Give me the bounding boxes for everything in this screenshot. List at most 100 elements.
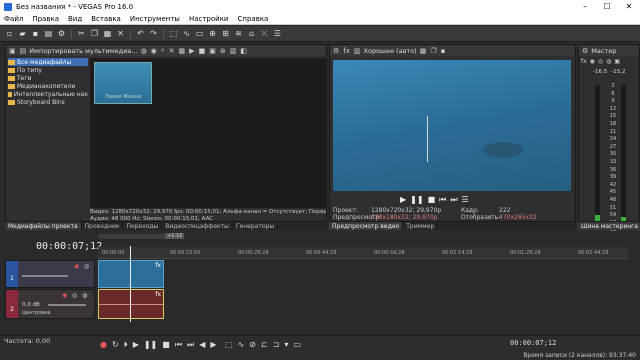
ignore-grouping-icon[interactable]: ☰ [272, 28, 283, 39]
pause-icon[interactable]: ❚❚ [410, 195, 423, 205]
settings-gear-icon[interactable]: ⚙ [56, 28, 67, 39]
save-icon[interactable]: ▪ [30, 28, 41, 39]
play-icon[interactable]: ▶ [400, 195, 406, 205]
preview-settings-icon[interactable]: ⚙ [332, 47, 340, 55]
loop-icon[interactable]: ↻ [112, 340, 119, 350]
menu-icon[interactable]: ☰ [462, 195, 469, 205]
undo-icon[interactable]: ↶ [135, 28, 146, 39]
import-icon[interactable]: ▣ [8, 47, 17, 55]
master-env-icon[interactable]: ▣ [614, 58, 620, 65]
go-start-icon[interactable]: ⏮ [175, 340, 182, 350]
marker-icon[interactable]: ▾ [284, 340, 288, 349]
open-folder-icon[interactable]: ▰ [17, 28, 28, 39]
audio-solo-icon[interactable]: ◎ [72, 292, 77, 299]
audio-volume-slider[interactable] [48, 304, 86, 306]
menu-insert[interactable]: Вставка [91, 15, 121, 23]
view-icon[interactable]: ▥ [229, 47, 238, 55]
save-snapshot-icon[interactable]: ▪ [440, 47, 447, 55]
stop-icon[interactable]: ■ [162, 340, 170, 350]
burn-icon[interactable]: ◉ [150, 47, 158, 55]
edit-tool-icon[interactable]: ⬚ [168, 28, 179, 39]
master-solo-icon[interactable]: ◎ [598, 58, 603, 65]
tab-generators[interactable]: Генераторы [233, 222, 279, 230]
copy-icon[interactable]: ❐ [89, 28, 100, 39]
new-file-icon[interactable]: ▫ [4, 28, 15, 39]
master-mute-icon[interactable]: ◉ [590, 58, 595, 65]
play-icon[interactable]: ▶ [133, 340, 139, 350]
audio-track-header[interactable]: 2 ◉ ◎ ◍ 0,0 dB Центровка [5, 289, 95, 319]
video-track-header[interactable]: 1 ◉ ◎ [5, 260, 95, 288]
envelope-tool-icon[interactable]: ∿ [181, 28, 192, 39]
tree-item-smart-bins[interactable]: Интеллектуальные нак [8, 90, 88, 98]
properties-icon[interactable]: ▤ [43, 28, 54, 39]
split-icon[interactable]: ⊘ [249, 340, 256, 349]
tab-video-fx[interactable]: Видеоспецэффекты [162, 222, 233, 230]
minimize-button[interactable]: – [574, 0, 596, 13]
stop-icon[interactable]: ■ [428, 195, 436, 205]
web-icon[interactable]: ◍ [140, 47, 148, 55]
lock-envelopes-icon[interactable]: ⌂ [246, 28, 257, 39]
overlays-icon[interactable]: ▦ [419, 47, 428, 55]
stop-icon[interactable]: ■ [198, 47, 207, 55]
normal-edit-tool-icon[interactable]: ⬚ [225, 340, 233, 349]
menu-file[interactable]: Файл [4, 15, 23, 23]
next-frame-icon[interactable]: ▶ [210, 340, 216, 350]
redo-icon[interactable]: ↷ [148, 28, 159, 39]
copy-snapshot-icon[interactable]: ❐ [429, 47, 437, 55]
remove-icon[interactable]: ✕ [168, 47, 176, 55]
fx-icon[interactable]: fx [342, 47, 351, 55]
menu-view[interactable]: Вид [68, 15, 82, 23]
go-end-icon[interactable]: ⏭ [187, 340, 194, 350]
video-clip[interactable]: fx [98, 260, 164, 288]
cut-icon[interactable]: ✂ [76, 28, 87, 39]
maximize-button[interactable]: ☐ [596, 0, 618, 13]
tab-transitions[interactable]: Переходы [123, 222, 163, 230]
properties-icon[interactable]: ▦ [178, 47, 187, 55]
tree-item-by-type[interactable]: По типу [8, 66, 88, 74]
audio-fx-icon[interactable]: fx [155, 291, 161, 298]
playhead-cursor[interactable] [130, 246, 131, 322]
tab-master-bus[interactable]: Шина мастеринга [578, 222, 640, 230]
master-fx-icon[interactable]: fx [581, 58, 587, 65]
next-frame-icon[interactable]: ⏭ [450, 195, 457, 205]
loop-marker[interactable]: +1:10 [165, 233, 185, 239]
capture-icon[interactable]: ▤ [19, 47, 28, 55]
play-from-start-icon[interactable]: ⏵ [124, 340, 128, 350]
play-icon[interactable]: ▶ [188, 47, 195, 55]
import-media-button[interactable]: Импортировать мультимедиа... [29, 47, 137, 55]
split-screen-icon[interactable]: ▥ [353, 47, 362, 55]
envelope-edit-icon[interactable]: ∿ [238, 340, 245, 349]
tags-icon[interactable]: ⊛ [219, 47, 227, 55]
auto-ripple-icon[interactable]: ≋ [233, 28, 244, 39]
close-button[interactable]: ✕ [618, 0, 640, 13]
video-fx-icon[interactable]: fx [155, 262, 161, 269]
pause-icon[interactable]: ❚❚ [144, 340, 157, 350]
audio-clip[interactable]: fx [98, 289, 164, 319]
prev-frame-icon[interactable]: ⏮ [439, 195, 446, 205]
audio-arm-icon[interactable]: ◍ [82, 292, 87, 299]
trim-end-icon[interactable]: ⊐ [273, 340, 280, 349]
snap-icon[interactable]: ⊞ [220, 28, 231, 39]
tab-explorer[interactable]: Проводник [82, 222, 124, 230]
video-solo-icon[interactable]: ◎ [84, 263, 89, 270]
video-opacity-slider[interactable] [22, 275, 68, 277]
menu-options[interactable]: Настройки [189, 15, 229, 23]
playback-rate[interactable]: Частота: 0,00 [4, 337, 50, 345]
menu-help[interactable]: Справка [238, 15, 269, 23]
tree-item-storyboard[interactable]: Storyboard Bins [8, 98, 88, 106]
master-arm-icon[interactable]: ◍ [606, 58, 611, 65]
crossfade-icon[interactable]: ⤫ [259, 28, 270, 39]
record-icon[interactable]: ● [100, 340, 107, 350]
auto-preview-icon[interactable]: ◧ [239, 47, 248, 55]
tree-item-tags[interactable]: Теги [8, 74, 88, 82]
menu-edit[interactable]: Правка [32, 15, 59, 23]
preview-quality-select[interactable]: Хорошее (авто) [364, 47, 417, 55]
tree-item-media-storage[interactable]: Медианакопители [8, 82, 88, 90]
menu-tools[interactable]: Инструменты [130, 15, 180, 23]
trim-start-icon[interactable]: ⊏ [261, 340, 268, 349]
tab-project-media[interactable]: Медиафайлы проекта [5, 222, 82, 230]
selection-tool-icon[interactable]: ▭ [194, 28, 205, 39]
tree-item-all-media[interactable]: Все медиафайлы [8, 58, 88, 66]
audio-mute-icon[interactable]: ◉ [62, 292, 67, 299]
tab-trimmer[interactable]: Триммер [403, 222, 439, 230]
